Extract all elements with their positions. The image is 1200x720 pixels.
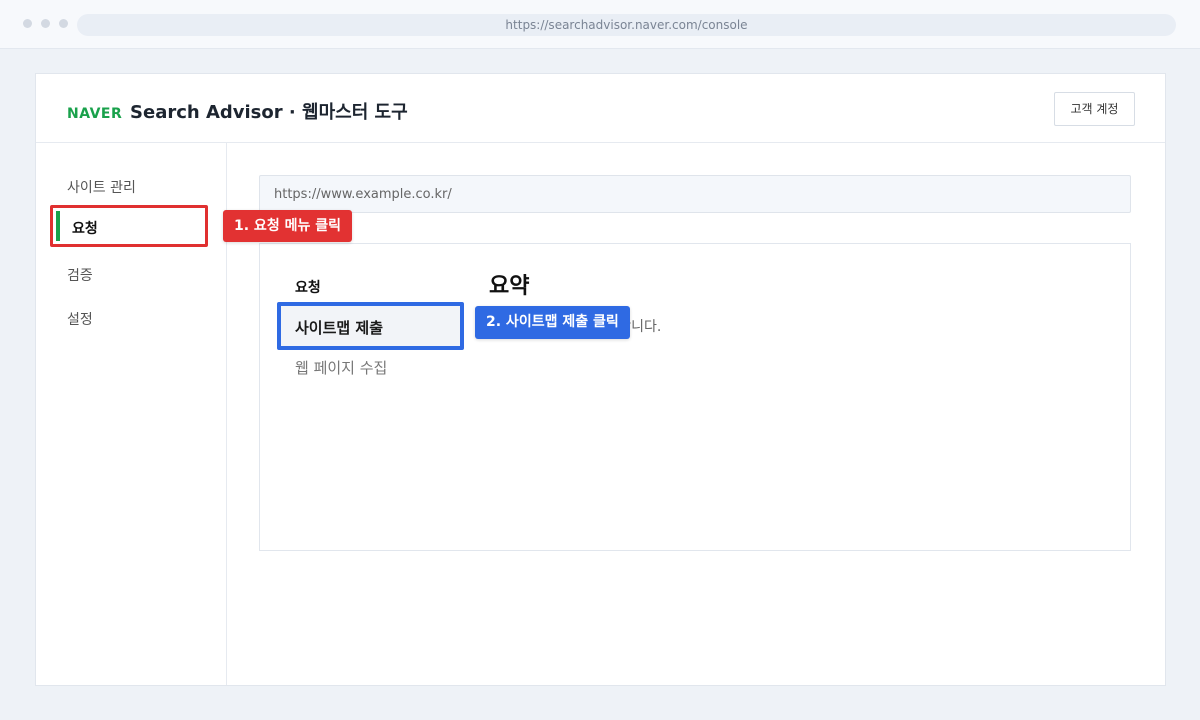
callout-step2: 2. 사이트맵 제출 클릭 [475,306,630,339]
summary-title: 요약 [489,274,530,299]
app-header: NAVER Search Advisor · 웹마스터 도구 고객 계정 [36,74,1165,143]
window-dot-icon [59,19,68,28]
account-button[interactable]: 고객 계정 [1054,92,1135,126]
window-dot-icon [23,19,32,28]
sidebar-item-site-management[interactable]: 사이트 관리 [67,177,136,197]
page-title: Search Advisor · 웹마스터 도구 [130,102,408,123]
submenu-sitemap-submit[interactable]: 사이트맵 제출 [277,302,464,350]
sidebar-item-settings[interactable]: 설정 [67,309,93,329]
submenu-webpage-crawl[interactable]: 웹 페이지 수집 [295,357,387,378]
window-dot-icon [41,19,50,28]
submenu-label: 사이트맵 제출 [295,319,384,337]
sidebar-item-request[interactable]: 요청 [50,205,208,247]
sidebar: 사이트 관리 요청 검증 설정 [36,143,227,685]
brand-logo[interactable]: NAVER Search Advisor · 웹마스터 도구 [67,98,408,124]
sidebar-item-label: 요청 [72,221,98,237]
sidebar-item-verify[interactable]: 검증 [67,265,93,285]
active-indicator [56,211,60,241]
naver-wordmark: NAVER [67,106,123,122]
address-bar[interactable]: https://searchadvisor.naver.com/console [77,14,1176,36]
panel-menu-heading: 요청 [295,280,321,296]
site-url-field[interactable]: https://www.example.co.kr/ [259,175,1131,213]
request-panel: 요청 사이트맵 제출 웹 페이지 수집 요약 요청 기능 항목을 확인합니다. … [259,243,1131,551]
browser-chrome: https://searchadvisor.naver.com/console [0,0,1200,49]
callout-step1: 1. 요청 메뉴 클릭 [223,210,352,242]
app-window: NAVER Search Advisor · 웹마스터 도구 고객 계정 사이트… [35,73,1166,686]
